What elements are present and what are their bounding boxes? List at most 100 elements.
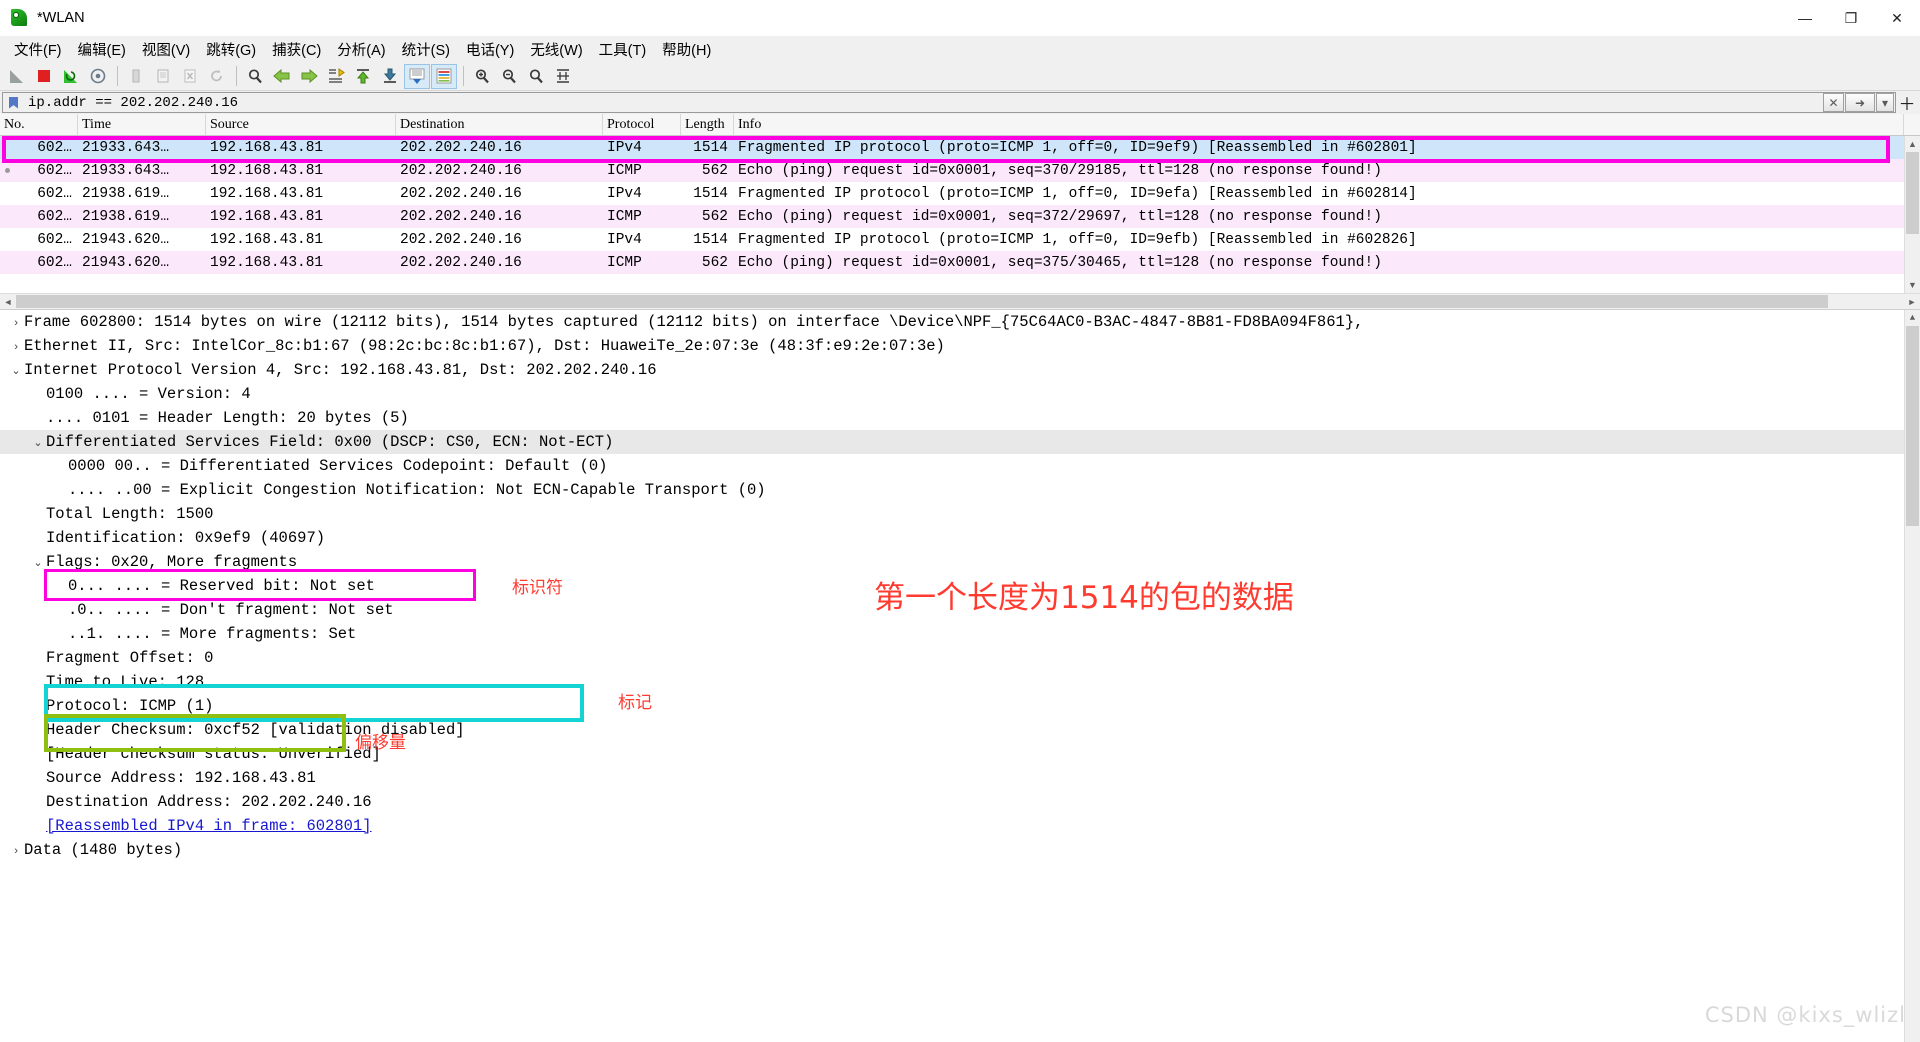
packet-list-scroll-thumb[interactable] — [1906, 152, 1919, 234]
hscroll-track[interactable] — [16, 294, 1904, 309]
toolbar-go-last[interactable] — [377, 64, 403, 89]
toolbar-go-back[interactable] — [269, 64, 295, 89]
filter-clear-button[interactable]: ✕ — [1823, 93, 1844, 112]
menu-wireless[interactable]: 无线(W) — [522, 36, 590, 63]
detail-tree-item[interactable]: Header Checksum: 0xcf52 [validation disa… — [0, 718, 1920, 742]
filter-bookmark-button[interactable] — [4, 93, 23, 112]
toolbar-find-packet[interactable] — [242, 64, 268, 89]
toolbar-capture-options[interactable] — [85, 64, 111, 89]
detail-tree-item[interactable]: Total Length: 1500 — [0, 502, 1920, 526]
hscroll-thumb[interactable] — [16, 295, 1829, 308]
detail-tree-item[interactable]: › Data (1480 bytes) — [0, 838, 1920, 862]
detail-tree-item[interactable]: Identification: 0x9ef9 (40697) — [0, 526, 1920, 550]
scroll-down-arrow[interactable]: ▼ — [1905, 277, 1920, 293]
table-row[interactable]: 602… 21943.620… 192.168.43.81 202.202.240.1… — [0, 251, 1920, 274]
filter-add-button[interactable]: ＋ — [1896, 92, 1918, 114]
chevron-right-icon[interactable]: › — [8, 336, 24, 360]
filter-dropdown-button[interactable]: ▾ — [1876, 93, 1894, 112]
toolbar-start-capture[interactable] — [4, 64, 30, 89]
packet-list-horizontal-scrollbar[interactable]: ◄ ► — [0, 293, 1920, 309]
hscroll-left-arrow[interactable]: ◄ — [0, 294, 16, 309]
packet-column-header[interactable]: No. — [0, 114, 78, 135]
menu-edit[interactable]: 编辑(E) — [70, 36, 134, 63]
details-vertical-scrollbar[interactable]: ▲ — [1904, 310, 1920, 1042]
chevron-down-icon[interactable]: ⌄ — [30, 432, 46, 456]
scroll-up-arrow[interactable]: ▲ — [1905, 136, 1920, 152]
menu-tools[interactable]: 工具(T) — [591, 36, 655, 63]
table-cell-proto: IPv4 — [607, 139, 642, 156]
detail-tree-item[interactable]: ⌄ Differentiated Services Field: 0x00 (DS… — [0, 430, 1920, 454]
hscroll-right-arrow[interactable]: ► — [1904, 294, 1920, 309]
filter-apply-button[interactable]: ➜ — [1845, 93, 1875, 112]
detail-tree-item[interactable]: 0100 .... = Version: 4 — [0, 382, 1920, 406]
toolbar-zoom-reset[interactable] — [523, 64, 549, 89]
table-row[interactable]: 602… 21938.619… 192.168.43.81 202.202.240.1… — [0, 182, 1920, 205]
menu-analyze[interactable]: 分析(A) — [329, 36, 393, 63]
table-row[interactable]: 602… 21933.643… 192.168.43.81 202.202.240.1… — [0, 159, 1920, 182]
detail-tree-item[interactable]: Source Address: 192.168.43.81 — [0, 766, 1920, 790]
detail-tree-label: 0000 00.. = Differentiated Services Code… — [68, 457, 608, 475]
detail-tree-item[interactable]: ⌄ Flags: 0x20, More fragments — [0, 550, 1920, 574]
toolbar-colorize[interactable] — [431, 63, 457, 89]
packet-column-header[interactable]: Destination — [396, 114, 603, 135]
toolbar-reload-file[interactable] — [204, 64, 230, 89]
table-row[interactable]: 602… 21938.619… 192.168.43.81 202.202.240.1… — [0, 205, 1920, 228]
chevron-down-icon[interactable]: ⌄ — [8, 360, 24, 384]
table-cell-dst: 202.202.240.16 — [400, 185, 522, 202]
toolbar-save-file[interactable] — [150, 64, 176, 89]
toolbar-go-to-packet[interactable] — [323, 64, 349, 89]
menu-telephony[interactable]: 电话(Y) — [458, 36, 522, 63]
detail-tree-item[interactable]: Protocol: ICMP (1) — [0, 694, 1920, 718]
packet-column-header[interactable]: Protocol — [603, 114, 681, 135]
menu-file[interactable]: 文件(F) — [6, 36, 70, 63]
menu-help[interactable]: 帮助(H) — [654, 36, 719, 63]
table-row[interactable]: 602… 21933.643… 192.168.43.81 202.202.240.1… — [0, 136, 1920, 159]
chevron-right-icon[interactable]: › — [8, 312, 24, 336]
detail-tree-item[interactable]: › Frame 602800: 1514 bytes on wire (12112… — [0, 310, 1920, 334]
detail-tree-item[interactable]: 0000 00.. = Differentiated Services Code… — [0, 454, 1920, 478]
display-filter-field[interactable]: ip.addr == 202.202.240.16 ✕ ➜ ▾ — [2, 92, 1896, 113]
detail-tree-item[interactable]: [Reassembled IPv4 in frame: 602801] — [0, 814, 1920, 838]
detail-tree-item[interactable]: ⌄ Internet Protocol Version 4, Src: 192.1… — [0, 358, 1920, 382]
packet-list-header[interactable]: No. Time Source Destination Protocol Length In… — [0, 114, 1920, 136]
toolbar-open-file[interactable] — [123, 64, 149, 89]
menu-view[interactable]: 视图(V) — [134, 36, 198, 63]
maximize-button[interactable]: ❐ — [1828, 0, 1874, 36]
packet-column-header[interactable]: Source — [206, 114, 396, 135]
chevron-right-icon[interactable]: › — [8, 840, 24, 864]
detail-tree-item[interactable]: .... ..00 = Explicit Congestion Notifica… — [0, 478, 1920, 502]
table-row[interactable]: 602… 21943.620… 192.168.43.81 202.202.240.1… — [0, 228, 1920, 251]
toolbar-auto-scroll[interactable] — [404, 63, 430, 89]
toolbar-resize-columns[interactable] — [550, 64, 576, 89]
details-scroll-thumb[interactable] — [1906, 326, 1919, 526]
display-filter-input[interactable]: ip.addr == 202.202.240.16 — [24, 95, 1823, 111]
packet-column-header[interactable]: Time — [78, 114, 206, 135]
toolbar-go-first[interactable] — [350, 64, 376, 89]
packet-column-header[interactable]: Length — [681, 114, 734, 135]
detail-tree-item[interactable]: [Header checksum status: Unverified] — [0, 742, 1920, 766]
details-scroll-up-arrow[interactable]: ▲ — [1905, 310, 1920, 326]
close-button[interactable]: ✕ — [1874, 0, 1920, 36]
detail-tree-item[interactable]: Time to Live: 128 — [0, 670, 1920, 694]
menu-statistics[interactable]: 统计(S) — [394, 36, 458, 63]
packet-column-header[interactable]: Info — [734, 114, 1904, 135]
menu-capture[interactable]: 捕获(C) — [264, 36, 329, 63]
packet-list-rows: 602… 21933.643… 192.168.43.81 202.202.240.1… — [0, 136, 1920, 274]
toolbar-stop-capture[interactable] — [31, 64, 57, 89]
detail-tree-item[interactable]: › Ethernet II, Src: IntelCor_8c:b1:67 (98… — [0, 334, 1920, 358]
toolbar-zoom-in[interactable] — [469, 64, 495, 89]
main-toolbar — [0, 62, 1920, 91]
toolbar-go-forward[interactable] — [296, 64, 322, 89]
chevron-down-icon[interactable]: ⌄ — [30, 552, 46, 576]
minimize-button[interactable]: — — [1782, 0, 1828, 36]
detail-tree-item[interactable]: Fragment Offset: 0 — [0, 646, 1920, 670]
table-cell-dst: 202.202.240.16 — [400, 139, 522, 156]
menu-go[interactable]: 跳转(G) — [198, 36, 264, 63]
detail-tree-item[interactable]: Destination Address: 202.202.240.16 — [0, 790, 1920, 814]
detail-tree-item[interactable]: ..1. .... = More fragments: Set — [0, 622, 1920, 646]
packet-list-vertical-scrollbar[interactable]: ▲ ▼ — [1904, 136, 1920, 293]
toolbar-zoom-out[interactable] — [496, 64, 522, 89]
toolbar-close-file[interactable] — [177, 64, 203, 89]
detail-tree-item[interactable]: .... 0101 = Header Length: 20 bytes (5) — [0, 406, 1920, 430]
toolbar-restart-capture[interactable] — [58, 64, 84, 89]
